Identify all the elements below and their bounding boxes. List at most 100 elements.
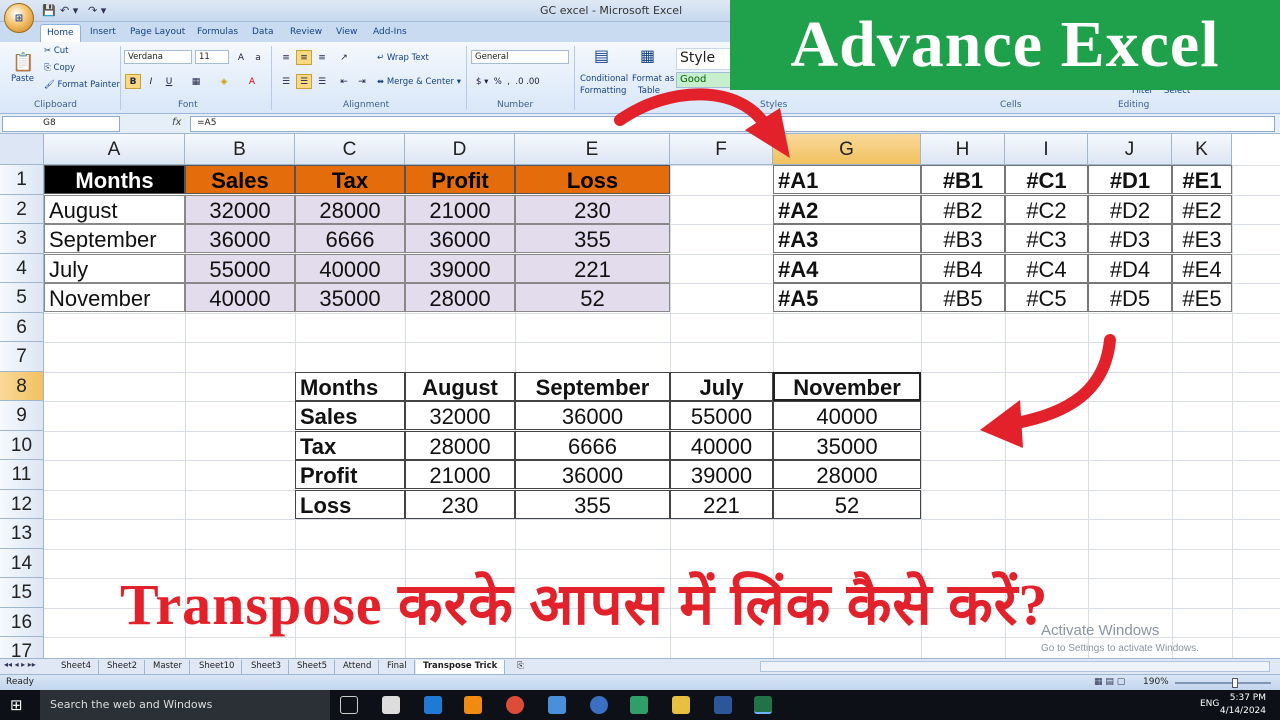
source-header-cell[interactable]: Profit bbox=[405, 165, 515, 194]
language-indicator[interactable]: ENG bbox=[1200, 699, 1219, 709]
source-value-cell[interactable]: 28000 bbox=[295, 194, 405, 224]
ref-cell[interactable]: #E4 bbox=[1172, 253, 1232, 283]
transposed-cell[interactable]: 40000 bbox=[670, 430, 773, 460]
transposed-cell[interactable]: September bbox=[515, 371, 670, 401]
transposed-cell[interactable]: 39000 bbox=[670, 460, 773, 489]
file-explorer-icon[interactable] bbox=[672, 696, 690, 714]
undo-icon[interactable]: ↶ ▾ bbox=[60, 4, 78, 17]
source-value-cell[interactable]: 28000 bbox=[405, 283, 515, 312]
format-as-table-icon[interactable]: ▦ bbox=[640, 46, 655, 65]
sheet-nav-arrows[interactable]: ◂◂ ◂ ▸ ▸▸ bbox=[4, 660, 36, 669]
insert-sheet-icon[interactable]: ⎘ bbox=[510, 660, 531, 674]
source-month-cell[interactable]: November bbox=[44, 283, 185, 312]
app-icon[interactable] bbox=[548, 696, 566, 714]
transposed-cell[interactable]: 36000 bbox=[515, 401, 670, 430]
source-month-cell[interactable]: August bbox=[44, 194, 185, 224]
row-header-16[interactable]: 16 bbox=[0, 607, 44, 637]
zoom-slider[interactable] bbox=[1175, 682, 1271, 684]
transposed-cell[interactable]: 35000 bbox=[773, 430, 921, 460]
source-header-cell[interactable]: Sales bbox=[185, 165, 295, 194]
transposed-cell[interactable]: Sales bbox=[295, 401, 405, 430]
tab-add-ins[interactable]: Add-Ins bbox=[367, 24, 413, 42]
source-value-cell[interactable]: 355 bbox=[515, 224, 670, 253]
sheet-tab-sheet2[interactable]: Sheet2 bbox=[100, 660, 145, 674]
decrease-indent-icon[interactable]: ⇤ bbox=[336, 74, 352, 89]
ref-cell[interactable]: #E2 bbox=[1172, 194, 1232, 224]
transposed-cell[interactable]: Loss bbox=[295, 489, 405, 519]
column-header-k[interactable]: K bbox=[1172, 134, 1232, 165]
ref-cell[interactable]: #D4 bbox=[1088, 253, 1172, 283]
align-center-icon[interactable]: ☰ bbox=[296, 74, 312, 89]
tab-insert[interactable]: Insert bbox=[84, 24, 122, 42]
transposed-cell[interactable]: 52 bbox=[773, 489, 921, 519]
app-icon-3[interactable] bbox=[630, 696, 648, 714]
sheet-tab-master[interactable]: Master bbox=[146, 660, 191, 674]
sheet-tab-transpose-trick[interactable]: Transpose Trick bbox=[416, 660, 506, 674]
taskbar-search-input[interactable]: Search the web and Windows bbox=[40, 690, 330, 720]
edge-icon[interactable] bbox=[424, 696, 442, 714]
word-icon[interactable] bbox=[714, 696, 732, 714]
transposed-cell[interactable]: 40000 bbox=[773, 401, 921, 430]
wrap-text-button[interactable]: ↵ Wrap Text bbox=[377, 53, 429, 63]
sheet-tab-attend[interactable]: Attend bbox=[336, 660, 380, 674]
transposed-cell[interactable]: 230 bbox=[405, 489, 515, 519]
column-header-i[interactable]: I bbox=[1005, 134, 1088, 165]
ref-cell[interactable]: #B1 bbox=[921, 165, 1005, 194]
tab-page-layout[interactable]: Page Layout bbox=[124, 24, 191, 42]
view-buttons[interactable]: ▦ ▤ ▢ bbox=[1094, 677, 1125, 687]
app-icon-2[interactable] bbox=[590, 696, 608, 714]
source-value-cell[interactable]: 6666 bbox=[295, 224, 405, 253]
zoom-level[interactable]: 190% bbox=[1143, 677, 1169, 687]
ref-cell[interactable]: #E1 bbox=[1172, 165, 1232, 194]
cut-button[interactable]: ✂ Cut bbox=[44, 46, 68, 56]
align-left-icon[interactable]: ☰ bbox=[278, 74, 294, 89]
ref-cell[interactable]: #B3 bbox=[921, 224, 1005, 253]
tab-formulas[interactable]: Formulas bbox=[191, 24, 244, 42]
row-header-12[interactable]: 12 bbox=[0, 489, 44, 519]
font-name-select[interactable]: Verdana bbox=[124, 50, 192, 64]
transposed-cell[interactable]: Tax bbox=[295, 430, 405, 460]
transposed-cell[interactable]: July bbox=[670, 371, 773, 401]
transposed-cell[interactable]: August bbox=[405, 371, 515, 401]
transposed-cell[interactable]: 221 bbox=[670, 489, 773, 519]
number-format-select[interactable]: General bbox=[471, 50, 569, 64]
ref-cell[interactable]: #C3 bbox=[1005, 224, 1088, 253]
font-size-select[interactable]: 11 bbox=[195, 50, 229, 64]
align-top-icon[interactable]: ≡ bbox=[278, 50, 294, 65]
source-value-cell[interactable]: 36000 bbox=[405, 224, 515, 253]
transposed-cell[interactable]: 32000 bbox=[405, 401, 515, 430]
font-color-icon[interactable]: A bbox=[244, 74, 260, 89]
store-icon[interactable] bbox=[382, 696, 400, 714]
transposed-cell[interactable]: 6666 bbox=[515, 430, 670, 460]
align-right-icon[interactable]: ☰ bbox=[314, 74, 330, 89]
sheet-tab-sheet5[interactable]: Sheet5 bbox=[290, 660, 335, 674]
save-icon[interactable]: 💾 bbox=[42, 4, 56, 17]
ref-cell[interactable]: #C1 bbox=[1005, 165, 1088, 194]
column-header-a[interactable]: A bbox=[44, 134, 185, 165]
sheet-tab-sheet4[interactable]: Sheet4 bbox=[54, 660, 99, 674]
source-header-cell[interactable]: Months bbox=[44, 165, 185, 194]
transposed-cell[interactable]: 28000 bbox=[405, 430, 515, 460]
row-header-14[interactable]: 14 bbox=[0, 548, 44, 578]
align-bottom-icon[interactable]: ≡ bbox=[314, 50, 330, 65]
orientation-icon[interactable]: ↗ bbox=[336, 50, 352, 65]
source-value-cell[interactable]: 35000 bbox=[295, 283, 405, 312]
tab-data[interactable]: Data bbox=[246, 24, 280, 42]
select-all-corner[interactable] bbox=[0, 134, 44, 165]
sheet-tab-final[interactable]: Final bbox=[380, 660, 415, 674]
bold-button[interactable]: B bbox=[125, 74, 141, 89]
source-value-cell[interactable]: 32000 bbox=[185, 194, 295, 224]
transposed-cell[interactable]: 28000 bbox=[773, 460, 921, 489]
taskbar-clock[interactable]: 5:37 PM 4/14/2024 bbox=[1220, 692, 1266, 718]
column-header-b[interactable]: B bbox=[185, 134, 295, 165]
source-month-cell[interactable]: July bbox=[44, 253, 185, 283]
source-value-cell[interactable]: 40000 bbox=[295, 253, 405, 283]
ref-cell[interactable]: #B2 bbox=[921, 194, 1005, 224]
borders-icon[interactable]: ▦ bbox=[188, 74, 204, 89]
ref-cell[interactable]: #D5 bbox=[1088, 283, 1172, 312]
chrome-icon[interactable] bbox=[506, 696, 524, 714]
align-middle-icon[interactable]: ≡ bbox=[296, 50, 312, 65]
ref-cell[interactable]: #B5 bbox=[921, 283, 1005, 312]
row-header-8[interactable]: 8 bbox=[0, 371, 44, 401]
ref-cell[interactable]: #A3 bbox=[773, 224, 921, 253]
